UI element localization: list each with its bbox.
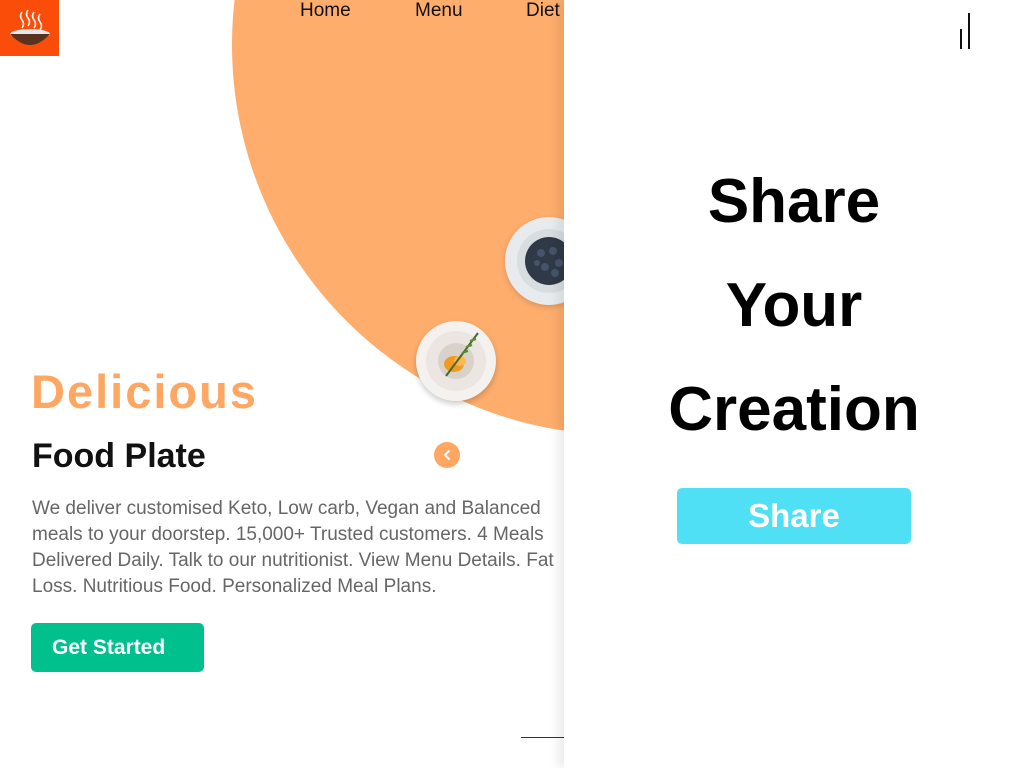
title-line: Your — [725, 271, 863, 340]
get-started-button[interactable]: Get Started — [31, 623, 204, 672]
page: Home Menu Diet Delicious Food Plate We d… — [0, 0, 1024, 768]
carousel-prev-button[interactable] — [434, 442, 460, 468]
logo[interactable] — [0, 0, 59, 56]
nav-menu[interactable]: Menu — [415, 0, 463, 22]
share-panel: Share Your Creation Share — [564, 0, 1024, 768]
steaming-bowl-icon — [9, 9, 50, 45]
hero-subtitle: Food Plate — [32, 437, 206, 475]
close-icon[interactable] — [956, 13, 976, 51]
nav-home[interactable]: Home — [300, 0, 351, 22]
hero-description: We deliver customised Keto, Low carb, Ve… — [32, 498, 554, 597]
share-panel-title: Share Your Creation — [564, 150, 1024, 462]
chevron-left-icon — [443, 450, 450, 460]
title-line: Share — [707, 167, 881, 236]
title-line: Creation — [668, 375, 920, 444]
share-button[interactable]: Share — [677, 488, 911, 544]
nav-diet[interactable]: Diet — [526, 0, 560, 22]
hero-title: Delicious — [31, 365, 258, 418]
food-plate-image — [416, 321, 496, 401]
